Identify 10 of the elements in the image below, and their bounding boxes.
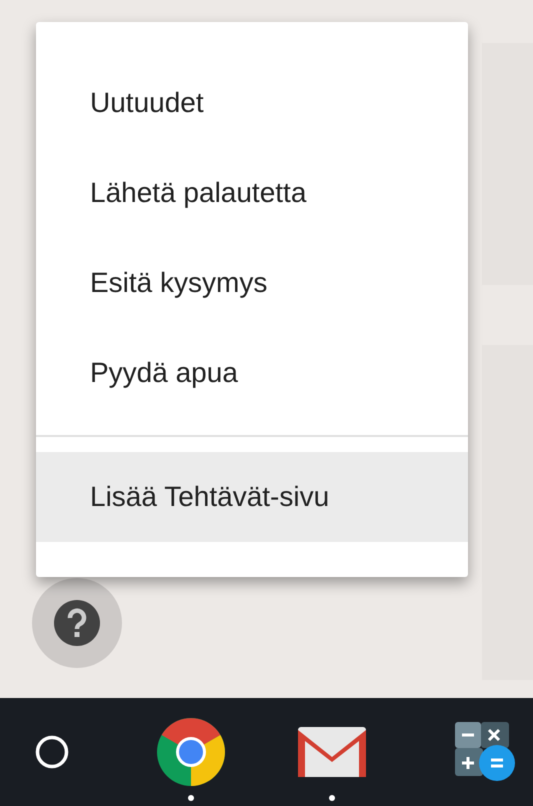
menu-item[interactable]: Pyydä apua xyxy=(36,328,468,418)
menu-item[interactable]: Uutuudet xyxy=(36,58,468,148)
menu-item[interactable]: Esitä kysymys xyxy=(36,238,468,328)
menu-item[interactable]: Lisää Tehtävät-sivu xyxy=(36,452,468,542)
calculator-icon[interactable] xyxy=(455,722,518,782)
mail-icon[interactable] xyxy=(298,727,366,777)
chrome-icon[interactable] xyxy=(157,718,226,786)
launcher-icon[interactable] xyxy=(35,735,70,769)
help-icon xyxy=(54,600,100,646)
menu-item[interactable]: Lähetä palautetta xyxy=(36,148,468,238)
